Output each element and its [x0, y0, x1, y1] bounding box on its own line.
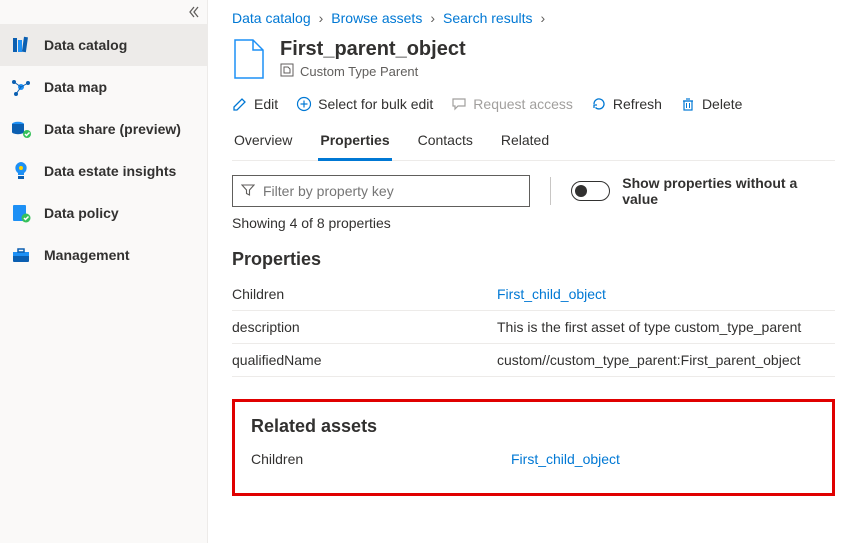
- edit-button[interactable]: Edit: [232, 96, 278, 112]
- breadcrumb-link[interactable]: Data catalog: [232, 10, 311, 26]
- database-share-icon: [10, 118, 32, 140]
- property-key: qualifiedName: [232, 352, 497, 368]
- filter-input[interactable]: [263, 183, 521, 199]
- books-icon: [10, 34, 32, 56]
- vertical-divider: [550, 177, 551, 205]
- property-key: description: [232, 319, 497, 335]
- related-assets-heading: Related assets: [251, 416, 816, 437]
- tab-related[interactable]: Related: [499, 124, 551, 160]
- main-content: Data catalog › Browse assets › Search re…: [208, 0, 853, 543]
- chevron-right-icon: ›: [319, 10, 324, 26]
- property-row: Children First_child_object: [232, 278, 835, 311]
- filter-icon: [241, 183, 255, 200]
- chevron-right-icon: ›: [430, 10, 435, 26]
- sidebar-item-data-catalog[interactable]: Data catalog: [0, 24, 207, 66]
- chat-icon: [451, 96, 467, 112]
- document-icon: [232, 38, 266, 80]
- showing-count: Showing 4 of 8 properties: [232, 215, 835, 231]
- sidebar-collapse-button[interactable]: [185, 4, 201, 23]
- sidebar-item-data-policy[interactable]: Data policy: [0, 192, 207, 234]
- sidebar-item-label: Data catalog: [44, 37, 127, 53]
- sidebar-item-label: Data policy: [44, 205, 119, 221]
- custom-type-icon: [280, 63, 294, 80]
- filter-input-wrapper[interactable]: [232, 175, 530, 207]
- show-empty-toggle[interactable]: [571, 181, 611, 201]
- property-link[interactable]: First_child_object: [497, 286, 606, 302]
- related-link[interactable]: First_child_object: [511, 451, 620, 467]
- request-access-button: Request access: [451, 96, 573, 112]
- sidebar-item-label: Management: [44, 247, 130, 263]
- sidebar-item-label: Data map: [44, 79, 107, 95]
- sidebar-item-data-estate-insights[interactable]: Data estate insights: [0, 150, 207, 192]
- delete-button[interactable]: Delete: [680, 96, 742, 112]
- sidebar-item-data-share[interactable]: Data share (preview): [0, 108, 207, 150]
- related-key: Children: [251, 451, 511, 467]
- toggle-label: Show properties without a value: [622, 175, 835, 207]
- properties-heading: Properties: [232, 249, 835, 270]
- sidebar: Data catalog Data map Data share (previe…: [0, 0, 208, 543]
- breadcrumb-link[interactable]: Search results: [443, 10, 532, 26]
- trash-icon: [680, 96, 696, 112]
- related-value: First_child_object: [511, 451, 620, 467]
- page-title: First_parent_object: [280, 38, 466, 61]
- breadcrumb-link[interactable]: Browse assets: [331, 10, 422, 26]
- refresh-button[interactable]: Refresh: [591, 96, 662, 112]
- chevron-right-icon: ›: [540, 10, 545, 26]
- tabs: Overview Properties Contacts Related: [232, 124, 835, 161]
- select-bulk-edit-button[interactable]: Select for bulk edit: [296, 96, 433, 112]
- policy-icon: [10, 202, 32, 224]
- refresh-icon: [591, 96, 607, 112]
- toolbar: Edit Select for bulk edit Request access…: [232, 92, 835, 124]
- tab-properties[interactable]: Properties: [318, 124, 391, 161]
- sidebar-item-management[interactable]: Management: [0, 234, 207, 276]
- sidebar-item-label: Data share (preview): [44, 121, 181, 137]
- breadcrumb: Data catalog › Browse assets › Search re…: [232, 10, 835, 26]
- related-row: Children First_child_object: [251, 445, 816, 473]
- tab-contacts[interactable]: Contacts: [416, 124, 475, 160]
- sidebar-item-data-map[interactable]: Data map: [0, 66, 207, 108]
- atom-icon: [10, 76, 32, 98]
- property-value: custom//custom_type_parent:First_parent_…: [497, 352, 835, 368]
- property-key: Children: [232, 286, 497, 302]
- tab-overview[interactable]: Overview: [232, 124, 294, 160]
- related-assets-highlight: Related assets Children First_child_obje…: [232, 399, 835, 496]
- toolbox-icon: [10, 244, 32, 266]
- asset-subtype: Custom Type Parent: [300, 64, 418, 79]
- sidebar-item-label: Data estate insights: [44, 163, 176, 179]
- property-value: First_child_object: [497, 286, 835, 302]
- property-row: qualifiedName custom//custom_type_parent…: [232, 344, 835, 377]
- lightbulb-icon: [10, 160, 32, 182]
- property-row: description This is the first asset of t…: [232, 311, 835, 344]
- plus-circle-icon: [296, 96, 312, 112]
- pencil-icon: [232, 96, 248, 112]
- property-value: This is the first asset of type custom_t…: [497, 319, 835, 335]
